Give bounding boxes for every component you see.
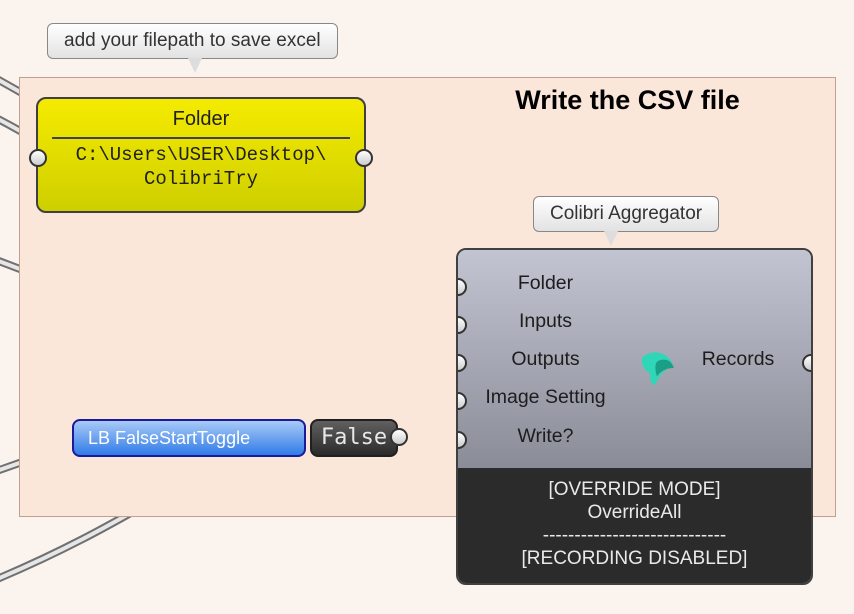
folder-panel-title: Folder [38,108,364,131]
status-override-value: OverrideAll [458,502,811,524]
tooltip-text: Colibri Aggregator [550,203,702,224]
agg-input-inputs[interactable]: Inputs [458,310,633,333]
colibri-icon [636,347,678,389]
tooltip-filepath: add your filepath to save excel [47,23,338,59]
toggle-label: LB FalseStartToggle [74,421,304,455]
false-start-toggle-node[interactable]: LB FalseStartToggle [72,419,306,457]
folder-panel-node[interactable]: Folder C:\Users\USER\Desktop\ColibriTry [36,97,366,213]
colibri-aggregator-node[interactable]: Folder Inputs Outputs Image Setting Writ… [456,248,813,585]
folder-input-port[interactable] [29,149,47,167]
agg-port-records[interactable] [802,354,813,372]
agg-input-write[interactable]: Write? [458,425,633,448]
agg-input-outputs[interactable]: Outputs [458,348,633,371]
group-title: Write the CSV file [440,85,815,116]
agg-input-folder[interactable]: Folder [458,272,633,295]
status-divider: ----------------------------- [458,525,811,547]
tooltip-text: add your filepath to save excel [64,30,321,51]
agg-status: [OVERRIDE MODE] OverrideAll ------------… [458,468,811,583]
toggle-value[interactable]: False [310,419,398,457]
folder-output-port[interactable] [355,149,373,167]
agg-output-records[interactable]: Records [673,348,803,371]
folder-panel-value[interactable]: C:\Users\USER\Desktop\ColibriTry [38,139,364,192]
toggle-output-port[interactable] [390,428,408,446]
tooltip-aggregator: Colibri Aggregator [533,196,719,232]
agg-input-image-setting[interactable]: Image Setting [458,386,633,409]
status-override-mode: [OVERRIDE MODE] [458,479,811,501]
status-recording: [RECORDING DISABLED] [458,548,811,570]
